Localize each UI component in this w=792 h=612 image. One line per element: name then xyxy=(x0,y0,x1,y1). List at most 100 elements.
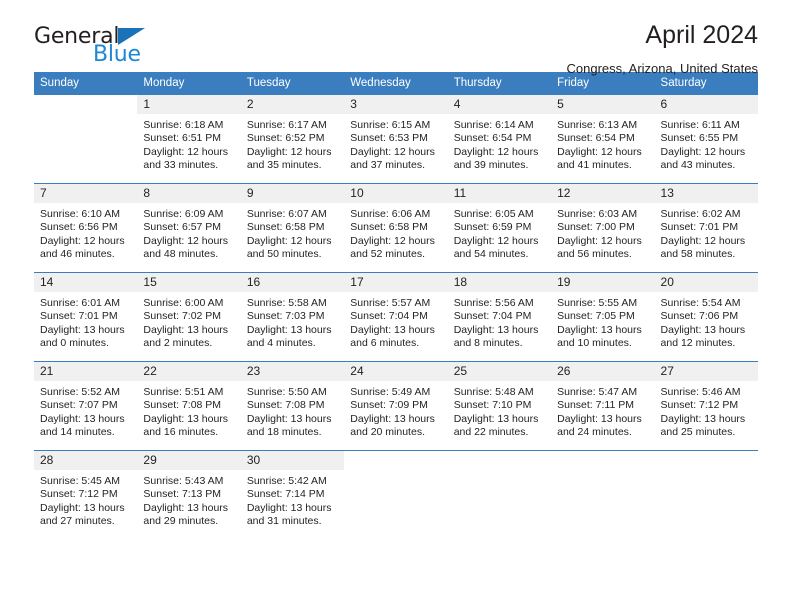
day-cell-content xyxy=(448,451,551,539)
calendar-body: 1 Sunrise: 6:18 AM Sunset: 6:51 PM Daylight… xyxy=(34,94,758,539)
day-sunrise-text: Sunrise: 6:11 AM xyxy=(660,119,740,131)
calendar-day-cell[interactable]: 21 Sunrise: 5:52 AM Sunset: 7:07 PM Dayligh… xyxy=(34,361,138,451)
calendar-day-cell[interactable]: 26 Sunrise: 5:47 AM Sunset: 7:11 PM Dayligh… xyxy=(551,361,655,451)
day-daylight1-text: Daylight: 12 hours xyxy=(350,234,435,247)
day-number: 12 xyxy=(551,184,655,203)
day-number: 2 xyxy=(240,95,345,114)
day-sunset-text: Sunset: 6:52 PM xyxy=(246,132,325,145)
calendar-day-cell[interactable]: 14 Sunrise: 6:01 AM Sunset: 7:01 PM Dayligh… xyxy=(34,272,138,362)
calendar-day-cell[interactable]: 11 Sunrise: 6:05 AM Sunset: 6:59 PM Dayligh… xyxy=(447,183,552,273)
calendar-day-cell[interactable]: 19 Sunrise: 5:55 AM Sunset: 7:05 PM Dayligh… xyxy=(551,272,655,362)
calendar-day-cell[interactable]: 1 Sunrise: 6:18 AM Sunset: 6:51 PM Daylight… xyxy=(137,94,241,184)
calendar-grid: Sunday Monday Tuesday Wednesday Thursday Frid… xyxy=(34,72,758,539)
day-cell-content: 15 Sunrise: 6:00 AM Sunset: 7:02 PM Dayligh… xyxy=(137,273,241,361)
calendar-day-cell[interactable]: 2 Sunrise: 6:17 AM Sunset: 6:52 PM Daylight… xyxy=(240,94,345,184)
day-cell-content: 27 Sunrise: 5:46 AM Sunset: 7:12 PM Dayligh… xyxy=(654,362,758,450)
day-daylight1-text: Daylight: 12 hours xyxy=(350,145,435,158)
day-sun-info: Sunrise: 6:13 AM Sunset: 6:54 PM Daylight:… xyxy=(551,114,654,173)
calendar-day-cell[interactable]: 28 Sunrise: 5:45 AM Sunset: 7:12 PM Dayligh… xyxy=(34,450,138,539)
calendar-day-cell[interactable]: 22 Sunrise: 5:51 AM Sunset: 7:08 PM Dayligh… xyxy=(137,361,241,451)
day-cell-content: 29 Sunrise: 5:43 AM Sunset: 7:13 PM Dayligh… xyxy=(137,451,241,539)
calendar-day-cell[interactable]: 13 Sunrise: 6:02 AM Sunset: 7:01 PM Dayligh… xyxy=(654,183,758,273)
day-daylight2-text: and 31 minutes. xyxy=(246,515,322,528)
day-sunrise-text: Sunrise: 6:13 AM xyxy=(557,119,638,131)
calendar-week-row: 7 Sunrise: 6:10 AM Sunset: 6:56 PM Daylight… xyxy=(34,183,758,273)
calendar-day-cell[interactable]: 29 Sunrise: 5:43 AM Sunset: 7:13 PM Dayligh… xyxy=(137,450,241,539)
calendar-day-cell[interactable]: 6 Sunrise: 6:11 AM Sunset: 6:55 PM Daylight… xyxy=(654,94,758,184)
calendar-day-cell[interactable]: 7 Sunrise: 6:10 AM Sunset: 6:56 PM Daylight… xyxy=(34,183,138,273)
weekday-header-sunday: Sunday xyxy=(34,72,138,95)
day-sun-info: Sunrise: 5:52 AM Sunset: 7:07 PM Daylight:… xyxy=(34,381,137,440)
calendar-day-cell[interactable]: 17 Sunrise: 5:57 AM Sunset: 7:04 PM Dayligh… xyxy=(344,272,448,362)
day-cell-content: 1 Sunrise: 6:18 AM Sunset: 6:51 PM Daylight… xyxy=(137,95,241,183)
day-daylight1-text: Daylight: 12 hours xyxy=(660,145,746,158)
day-number: 18 xyxy=(447,273,552,292)
day-sunrise-text: Sunrise: 5:46 AM xyxy=(660,386,741,398)
calendar-day-cell[interactable]: 10 Sunrise: 6:06 AM Sunset: 6:58 PM Dayligh… xyxy=(344,183,448,273)
day-sunset-text: Sunset: 6:51 PM xyxy=(143,132,222,145)
calendar-day-cell[interactable]: 8 Sunrise: 6:09 AM Sunset: 6:57 PM Daylight… xyxy=(137,183,241,273)
day-daylight2-text: and 48 minutes. xyxy=(143,248,219,261)
day-sunrise-text: Sunrise: 5:47 AM xyxy=(557,386,638,398)
day-daylight1-text: Daylight: 12 hours xyxy=(246,234,332,247)
calendar-day-cell[interactable]: 4 Sunrise: 6:14 AM Sunset: 6:54 PM Daylight… xyxy=(447,94,552,184)
calendar-day-cell[interactable]: 16 Sunrise: 5:58 AM Sunset: 7:03 PM Dayligh… xyxy=(240,272,345,362)
calendar-day-cell[interactable]: 12 Sunrise: 6:03 AM Sunset: 7:00 PM Dayligh… xyxy=(551,183,655,273)
day-sunset-text: Sunset: 6:58 PM xyxy=(350,221,428,234)
day-cell-content: 16 Sunrise: 5:58 AM Sunset: 7:03 PM Dayligh… xyxy=(240,273,345,361)
day-daylight2-text: and 33 minutes. xyxy=(143,159,219,172)
day-daylight2-text: and 46 minutes. xyxy=(40,248,115,261)
day-daylight2-text: and 16 minutes. xyxy=(143,426,219,439)
day-number: 16 xyxy=(240,273,345,292)
day-sunset-text: Sunset: 7:07 PM xyxy=(40,399,118,412)
day-sun-info: Sunrise: 6:07 AM Sunset: 6:58 PM Daylight:… xyxy=(241,203,344,262)
day-daylight2-text: and 12 minutes. xyxy=(660,337,736,350)
day-number: 30 xyxy=(240,451,345,470)
calendar-week-row: 14 Sunrise: 6:01 AM Sunset: 7:01 PM Dayligh… xyxy=(34,272,758,362)
day-cell-content: 26 Sunrise: 5:47 AM Sunset: 7:11 PM Dayligh… xyxy=(551,362,655,450)
calendar-day-cell[interactable]: 5 Sunrise: 6:13 AM Sunset: 6:54 PM Daylight… xyxy=(551,94,655,184)
day-daylight2-text: and 27 minutes. xyxy=(40,515,115,528)
day-sun-info: Sunrise: 5:56 AM Sunset: 7:04 PM Daylight:… xyxy=(448,292,551,351)
calendar-day-cell[interactable]: 3 Sunrise: 6:15 AM Sunset: 6:53 PM Daylight… xyxy=(344,94,448,184)
day-sunset-text: Sunset: 6:55 PM xyxy=(660,132,739,145)
day-cell-content: 9 Sunrise: 6:07 AM Sunset: 6:58 PM Daylight… xyxy=(240,184,345,272)
day-daylight1-text: Daylight: 12 hours xyxy=(143,145,229,158)
calendar-day-cell[interactable]: 24 Sunrise: 5:49 AM Sunset: 7:09 PM Dayligh… xyxy=(344,361,448,451)
calendar-day-cell[interactable]: 30 Sunrise: 5:42 AM Sunset: 7:14 PM Dayligh… xyxy=(240,450,345,539)
day-cell-content: 6 Sunrise: 6:11 AM Sunset: 6:55 PM Daylight… xyxy=(654,95,758,183)
day-sunrise-text: Sunrise: 5:43 AM xyxy=(143,475,224,487)
day-number: 26 xyxy=(551,362,655,381)
calendar-week-row: 28 Sunrise: 5:45 AM Sunset: 7:12 PM Dayligh… xyxy=(34,450,758,539)
day-sun-info: Sunrise: 5:51 AM Sunset: 7:08 PM Daylight:… xyxy=(137,381,240,440)
day-daylight1-text: Daylight: 13 hours xyxy=(557,323,642,336)
day-cell-content xyxy=(34,95,137,183)
calendar-day-cell[interactable]: 15 Sunrise: 6:00 AM Sunset: 7:02 PM Dayligh… xyxy=(137,272,241,362)
day-daylight1-text: Daylight: 13 hours xyxy=(557,412,642,425)
calendar-day-cell[interactable]: 25 Sunrise: 5:48 AM Sunset: 7:10 PM Dayligh… xyxy=(447,361,552,451)
calendar-day-cell[interactable]: 23 Sunrise: 5:50 AM Sunset: 7:08 PM Dayligh… xyxy=(240,361,345,451)
day-number: 24 xyxy=(344,362,448,381)
calendar-day-cell[interactable]: 27 Sunrise: 5:46 AM Sunset: 7:12 PM Dayligh… xyxy=(654,361,758,451)
day-number xyxy=(448,451,551,470)
day-sunrise-text: Sunrise: 6:06 AM xyxy=(350,208,431,220)
day-cell-content xyxy=(344,451,447,539)
day-daylight2-text: and 25 minutes. xyxy=(660,426,736,439)
day-cell-content: 14 Sunrise: 6:01 AM Sunset: 7:01 PM Dayligh… xyxy=(34,273,138,361)
day-sunrise-text: Sunrise: 6:07 AM xyxy=(246,208,327,220)
calendar-day-cell[interactable]: 9 Sunrise: 6:07 AM Sunset: 6:58 PM Daylight… xyxy=(240,183,345,273)
day-number: 28 xyxy=(34,451,138,470)
day-number: 5 xyxy=(551,95,655,114)
day-daylight1-text: Daylight: 12 hours xyxy=(143,234,229,247)
day-cell-content: 17 Sunrise: 5:57 AM Sunset: 7:04 PM Dayligh… xyxy=(344,273,448,361)
day-daylight2-text: and 39 minutes. xyxy=(453,159,529,172)
calendar-day-cell[interactable]: 18 Sunrise: 5:56 AM Sunset: 7:04 PM Dayligh… xyxy=(447,272,552,362)
day-sun-info: Sunrise: 6:17 AM Sunset: 6:52 PM Daylight:… xyxy=(241,114,344,173)
day-sunset-text: Sunset: 6:59 PM xyxy=(453,221,532,234)
day-daylight1-text: Daylight: 13 hours xyxy=(453,323,539,336)
calendar-day-cell[interactable]: 20 Sunrise: 5:54 AM Sunset: 7:06 PM Dayligh… xyxy=(654,272,758,362)
day-daylight2-text: and 22 minutes. xyxy=(453,426,529,439)
day-sun-info: Sunrise: 6:10 AM Sunset: 6:56 PM Daylight:… xyxy=(34,203,137,262)
weekday-header-monday: Monday xyxy=(137,72,241,95)
day-sunset-text: Sunset: 6:53 PM xyxy=(350,132,428,145)
